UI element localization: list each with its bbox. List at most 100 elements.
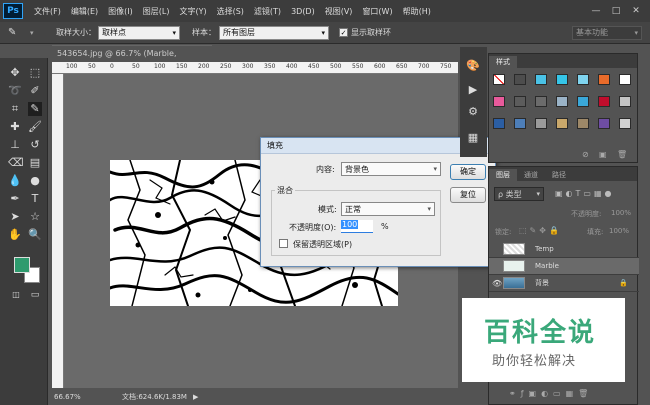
screen-mode-icon[interactable]: ▭: [28, 288, 42, 302]
style-swatch[interactable]: [535, 118, 547, 129]
foreground-color-swatch[interactable]: [14, 257, 30, 273]
layer-row-marble[interactable]: Marble: [489, 258, 639, 275]
eye-icon[interactable]: 👁: [492, 275, 502, 292]
reset-button[interactable]: 复位: [450, 187, 486, 203]
maximize-button[interactable]: □: [608, 3, 624, 18]
workspace-select[interactable]: 基本功能 ▾: [572, 25, 642, 40]
menu-file[interactable]: 文件(F): [29, 6, 66, 17]
dodge-tool-icon[interactable]: ●: [28, 174, 42, 188]
new-style-icon[interactable]: ▣: [599, 150, 607, 159]
move-tool-icon[interactable]: ✥: [8, 66, 22, 80]
sample-size-select[interactable]: 取样点 ▾: [98, 25, 180, 40]
healing-brush-tool-icon[interactable]: ✚: [8, 120, 22, 134]
style-swatch[interactable]: [514, 74, 526, 85]
ruler-tick: 350: [264, 63, 276, 70]
layer-kind-filter[interactable]: ρ 类型 ▾: [494, 187, 544, 201]
tab-paths[interactable]: 路径: [545, 169, 573, 181]
opacity-input[interactable]: 100: [341, 220, 373, 233]
sample-select[interactable]: 所有图层 ▾: [219, 25, 329, 40]
zoom-tool-icon[interactable]: 🔍: [28, 228, 42, 242]
quick-mask-icon[interactable]: ◫: [9, 288, 23, 302]
style-swatch[interactable]: [598, 118, 610, 129]
menu-filter[interactable]: 滤镜(T): [249, 6, 286, 17]
ok-button[interactable]: 确定: [450, 164, 486, 180]
mode-select[interactable]: 正常 ▾: [341, 202, 435, 216]
gradient-tool-icon[interactable]: ▤: [28, 156, 42, 170]
status-menu-arrow-icon[interactable]: ▶: [193, 393, 198, 401]
zoom-level[interactable]: 66.67%: [54, 393, 122, 401]
clone-stamp-tool-icon[interactable]: ⊥: [8, 138, 22, 152]
style-swatch[interactable]: [493, 74, 505, 85]
tab-layers[interactable]: 图层: [489, 169, 517, 181]
menu-edit[interactable]: 编辑(E): [66, 6, 103, 17]
blur-tool-icon[interactable]: 💧: [8, 174, 22, 188]
style-swatch[interactable]: [619, 118, 631, 129]
layer-footer-icons[interactable]: ⚭ƒ▣◐▭▦🗑: [509, 389, 593, 398]
ruler-tick: 100: [66, 63, 78, 70]
crop-tool-icon[interactable]: ⌗: [8, 102, 22, 116]
eyedropper-tool-icon[interactable]: ✎: [8, 27, 30, 38]
filter-icons[interactable]: ▣◐T▭▦●: [555, 189, 615, 198]
style-swatch[interactable]: [514, 118, 526, 129]
menu-layer[interactable]: 图层(L): [138, 6, 175, 17]
style-swatch[interactable]: [619, 74, 631, 85]
style-swatch[interactable]: [577, 96, 589, 107]
menu-3d[interactable]: 3D(D): [286, 7, 320, 16]
path-select-tool-icon[interactable]: ➤: [8, 210, 22, 224]
type-tool-icon[interactable]: T: [28, 192, 42, 206]
style-swatch[interactable]: [577, 118, 589, 129]
layer-row-temp[interactable]: Temp: [489, 241, 639, 258]
style-swatch[interactable]: [598, 96, 610, 107]
hand-tool-icon[interactable]: ✋: [8, 228, 22, 242]
preserve-transparency-checkbox[interactable]: [279, 239, 288, 248]
style-swatch[interactable]: [619, 96, 631, 107]
style-swatch[interactable]: [556, 96, 568, 107]
lock-icons[interactable]: ⬚✎✥🔒: [519, 226, 562, 235]
style-swatch[interactable]: [493, 96, 505, 107]
minimize-button[interactable]: —: [588, 3, 604, 18]
style-swatch[interactable]: [598, 74, 610, 85]
layer-row-background[interactable]: 👁 背景 🔒: [489, 275, 639, 292]
tool-preset-dropdown-icon[interactable]: ▾: [30, 29, 42, 37]
eyedropper-tool-icon[interactable]: ✎: [28, 102, 42, 116]
delete-style-icon[interactable]: 🗑: [617, 150, 627, 159]
style-swatch[interactable]: [556, 74, 568, 85]
close-button[interactable]: ✕: [628, 3, 644, 18]
menu-help[interactable]: 帮助(H): [398, 6, 436, 17]
pen-tool-icon[interactable]: ✒: [8, 192, 22, 206]
show-ring-checkbox[interactable]: ✓: [339, 28, 348, 37]
menu-image[interactable]: 图像(I): [103, 6, 138, 17]
menu-type[interactable]: 文字(Y): [174, 6, 211, 17]
history-panel-icon[interactable]: ▦: [466, 131, 480, 145]
eraser-tool-icon[interactable]: ⌫: [8, 156, 24, 170]
clear-style-icon[interactable]: ⊘: [582, 150, 589, 159]
style-swatch[interactable]: [535, 74, 547, 85]
content-select[interactable]: 背景色 ▾: [341, 162, 441, 176]
style-swatch[interactable]: [535, 96, 547, 107]
layer-opacity-value[interactable]: 100%: [611, 209, 631, 217]
actions-panel-icon[interactable]: ▶: [466, 83, 480, 97]
properties-panel-icon[interactable]: ⚙: [466, 105, 480, 119]
history-brush-tool-icon[interactable]: ↺: [28, 138, 42, 152]
quick-select-tool-icon[interactable]: ✐: [28, 84, 42, 98]
layers-tabbar: 图层 通道 路径: [489, 167, 637, 181]
brush-tool-icon[interactable]: 🖌: [28, 120, 42, 134]
document-tab[interactable]: 543654.jpg @ 66.7% (Marble, RGB/8#) *: [52, 45, 212, 73]
style-swatch[interactable]: [514, 96, 526, 107]
menu-window[interactable]: 窗口(W): [357, 6, 397, 17]
menu-select[interactable]: 选择(S): [212, 6, 249, 17]
color-panel-icon[interactable]: 🎨: [466, 59, 480, 73]
styles-tabbar: 样式: [489, 54, 637, 68]
style-swatch[interactable]: [577, 74, 589, 85]
marquee-tool-icon[interactable]: ⬚: [28, 66, 42, 80]
shape-tool-icon[interactable]: ☆: [28, 210, 42, 224]
tab-styles[interactable]: 样式: [489, 56, 517, 68]
chevron-down-icon: ▾: [536, 190, 540, 198]
fill-value[interactable]: 100%: [609, 227, 629, 235]
style-swatch[interactable]: [493, 118, 505, 129]
workspace-value: 基本功能: [576, 28, 608, 37]
tab-channels[interactable]: 通道: [517, 169, 545, 181]
menu-view[interactable]: 视图(V): [320, 6, 358, 17]
lasso-tool-icon[interactable]: ➰: [8, 84, 22, 98]
style-swatch[interactable]: [556, 118, 568, 129]
